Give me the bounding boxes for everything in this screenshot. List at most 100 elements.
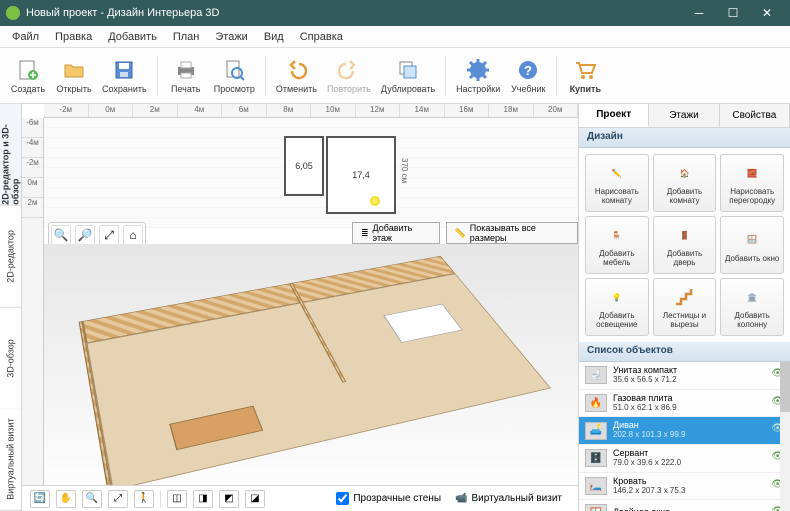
add-door-button[interactable]: 🚪Добавить дверь	[653, 216, 717, 274]
menu-plan[interactable]: План	[165, 29, 208, 45]
room-1[interactable]: 6,05	[284, 136, 324, 196]
list-item[interactable]: 🔥Газовая плита51.0 x 62.1 x 86.9👁	[579, 390, 790, 418]
stairs-icon	[672, 285, 696, 309]
zoom-fit-button[interactable]: ⤢	[99, 225, 119, 245]
home-button[interactable]: ⌂	[123, 225, 143, 245]
right-panel: Проект Этажи Свойства Дизайн ✏️Нарисоват…	[578, 104, 790, 511]
stairs-cutouts-button[interactable]: Лестницы и вырезы	[653, 278, 717, 336]
floor-toolbar: ≣Добавить этаж 📏Показывать все размеры	[352, 222, 578, 244]
menu-view[interactable]: Вид	[256, 29, 292, 45]
tab-2d-3d[interactable]: 2D-редактор и 3D-обзор	[0, 104, 21, 206]
view-top-button[interactable]: ◩	[219, 490, 239, 508]
fit-button[interactable]: ⤢	[108, 490, 128, 508]
wall-icon: 🧱	[740, 161, 764, 185]
tab-3d[interactable]: 3D-обзор	[0, 308, 21, 410]
preview-button[interactable]: Просмотр	[210, 51, 259, 101]
menu-edit[interactable]: Правка	[47, 29, 100, 45]
undo-button[interactable]: Отменить	[272, 51, 321, 101]
list-item[interactable]: 🛏️Кровать146.2 x 207.3 x 75.3👁	[579, 473, 790, 501]
canvas[interactable]: -2м0м2м4м6м8м10м12м14м16м18м20м -6м-4м-2…	[22, 104, 578, 511]
app-icon	[6, 6, 20, 20]
zoom-button[interactable]: 🔍	[82, 490, 102, 508]
tab-project[interactable]: Проект	[579, 104, 649, 127]
add-room-button[interactable]: 🏠Добавить комнату	[653, 154, 717, 212]
column-icon: 🏛️	[740, 285, 764, 309]
view-front-button[interactable]: ◫	[167, 490, 187, 508]
tab-properties[interactable]: Свойства	[720, 104, 790, 127]
add-lighting-button[interactable]: 💡Добавить освещение	[585, 278, 649, 336]
maximize-button[interactable]: ☐	[716, 0, 750, 26]
new-button[interactable]: Создать	[6, 51, 50, 101]
ruler-icon: 📏	[455, 228, 466, 239]
room-2[interactable]: 17,4	[326, 136, 396, 214]
tab-2d[interactable]: 2D-редактор	[0, 206, 21, 308]
menu-floors[interactable]: Этажи	[207, 29, 255, 45]
thumb-icon: 🪟	[585, 504, 607, 511]
transparent-walls-checkbox[interactable]: Прозрачные стены	[336, 492, 441, 505]
add-floor-button[interactable]: ≣Добавить этаж	[352, 222, 440, 244]
zoom-in-button[interactable]: 🔍	[51, 225, 71, 245]
show-dimensions-button[interactable]: 📏Показывать все размеры	[446, 222, 578, 244]
save-icon	[112, 58, 136, 82]
pencil-room-icon: ✏️	[605, 161, 629, 185]
print-button[interactable]: Печать	[164, 51, 208, 101]
add-column-button[interactable]: 🏛️Добавить колонну	[720, 278, 784, 336]
tutorial-button[interactable]: ?Учебник	[506, 51, 550, 101]
buy-button[interactable]: Купить	[563, 51, 607, 101]
tab-floors[interactable]: Этажи	[649, 104, 719, 127]
thumb-icon: 🚽	[585, 366, 607, 384]
redo-button[interactable]: Повторить	[323, 51, 375, 101]
draw-partition-button[interactable]: 🧱Нарисовать перегородку	[720, 154, 784, 212]
virtual-visit-button[interactable]: 📹Виртуальный визит	[447, 491, 570, 506]
menu-add[interactable]: Добавить	[100, 29, 165, 45]
view-side-button[interactable]: ◨	[193, 490, 213, 508]
cart-icon	[573, 58, 597, 82]
menu-help[interactable]: Справка	[292, 29, 351, 45]
orbit-button[interactable]: 🔄	[30, 490, 50, 508]
zoom-out-button[interactable]: 🔎	[75, 225, 95, 245]
draw-room-button[interactable]: ✏️Нарисовать комнату	[585, 154, 649, 212]
menu-file[interactable]: Файл	[4, 29, 47, 45]
view-iso-button[interactable]: ◪	[245, 490, 265, 508]
duplicate-icon	[396, 58, 420, 82]
window-icon: 🪟	[740, 228, 764, 252]
scrollbar-track[interactable]	[780, 362, 790, 511]
thumb-icon: 🗄️	[585, 449, 607, 467]
object-list[interactable]: 🚽Унитаз компакт35.6 x 56.5 x 71.2👁 🔥Газо…	[579, 362, 790, 511]
pan-button[interactable]: ✋	[56, 490, 76, 508]
menubar: Файл Правка Добавить План Этажи Вид Спра…	[0, 26, 790, 48]
list-item[interactable]: 🗄️Сервант79.0 x 39.6 x 222.0👁	[579, 445, 790, 473]
walk-button[interactable]: 🚶	[134, 490, 154, 508]
list-item[interactable]: 🪟Двойное окно👁	[579, 500, 790, 511]
tab-virtual-visit[interactable]: Виртуальный визит	[0, 409, 21, 511]
new-file-icon	[16, 58, 40, 82]
folder-open-icon	[62, 58, 86, 82]
chair-icon: 🪑	[605, 223, 629, 247]
door-icon: 🚪	[672, 223, 696, 247]
ruler-horizontal: -2м0м2м4м6м8м10м12м14м16м18м20м	[44, 104, 578, 118]
svg-text:?: ?	[524, 63, 532, 78]
add-window-button[interactable]: 🪟Добавить окно	[720, 216, 784, 274]
render-toolbar: 🔄 ✋ 🔍 ⤢ 🚶 ◫ ◨ ◩ ◪ Прозрачные стены 📹Вирт…	[22, 485, 578, 511]
printer-icon	[174, 58, 198, 82]
minimize-button[interactable]: ─	[682, 0, 716, 26]
thumb-icon: 🔥	[585, 394, 607, 412]
add-furniture-button[interactable]: 🪑Добавить мебель	[585, 216, 649, 274]
list-item[interactable]: 🛋️Диван202.8 x 101.3 x 99.9👁	[579, 417, 790, 445]
render-3d-viewport[interactable]	[44, 244, 578, 485]
save-button[interactable]: Сохранить	[98, 51, 151, 101]
list-item[interactable]: 🚽Унитаз компакт35.6 x 56.5 x 71.2👁	[579, 362, 790, 390]
open-button[interactable]: Открыть	[52, 51, 96, 101]
settings-button[interactable]: Настройки	[452, 51, 504, 101]
view-mode-tabs: 2D-редактор и 3D-обзор 2D-редактор 3D-об…	[0, 104, 22, 511]
dimension-label: 370 см	[400, 158, 409, 183]
light-bulb-marker[interactable]	[370, 196, 380, 206]
magnifier-page-icon	[222, 58, 246, 82]
main-toolbar: Создать Открыть Сохранить Печать Просмот…	[0, 48, 790, 104]
undo-icon	[284, 58, 308, 82]
close-button[interactable]: ✕	[750, 0, 784, 26]
gear-icon	[466, 58, 490, 82]
duplicate-button[interactable]: Дублировать	[377, 51, 439, 101]
scrollbar-thumb[interactable]	[780, 362, 790, 412]
plan-2d-viewport[interactable]: 6,05 17,4 370 см	[44, 118, 578, 228]
